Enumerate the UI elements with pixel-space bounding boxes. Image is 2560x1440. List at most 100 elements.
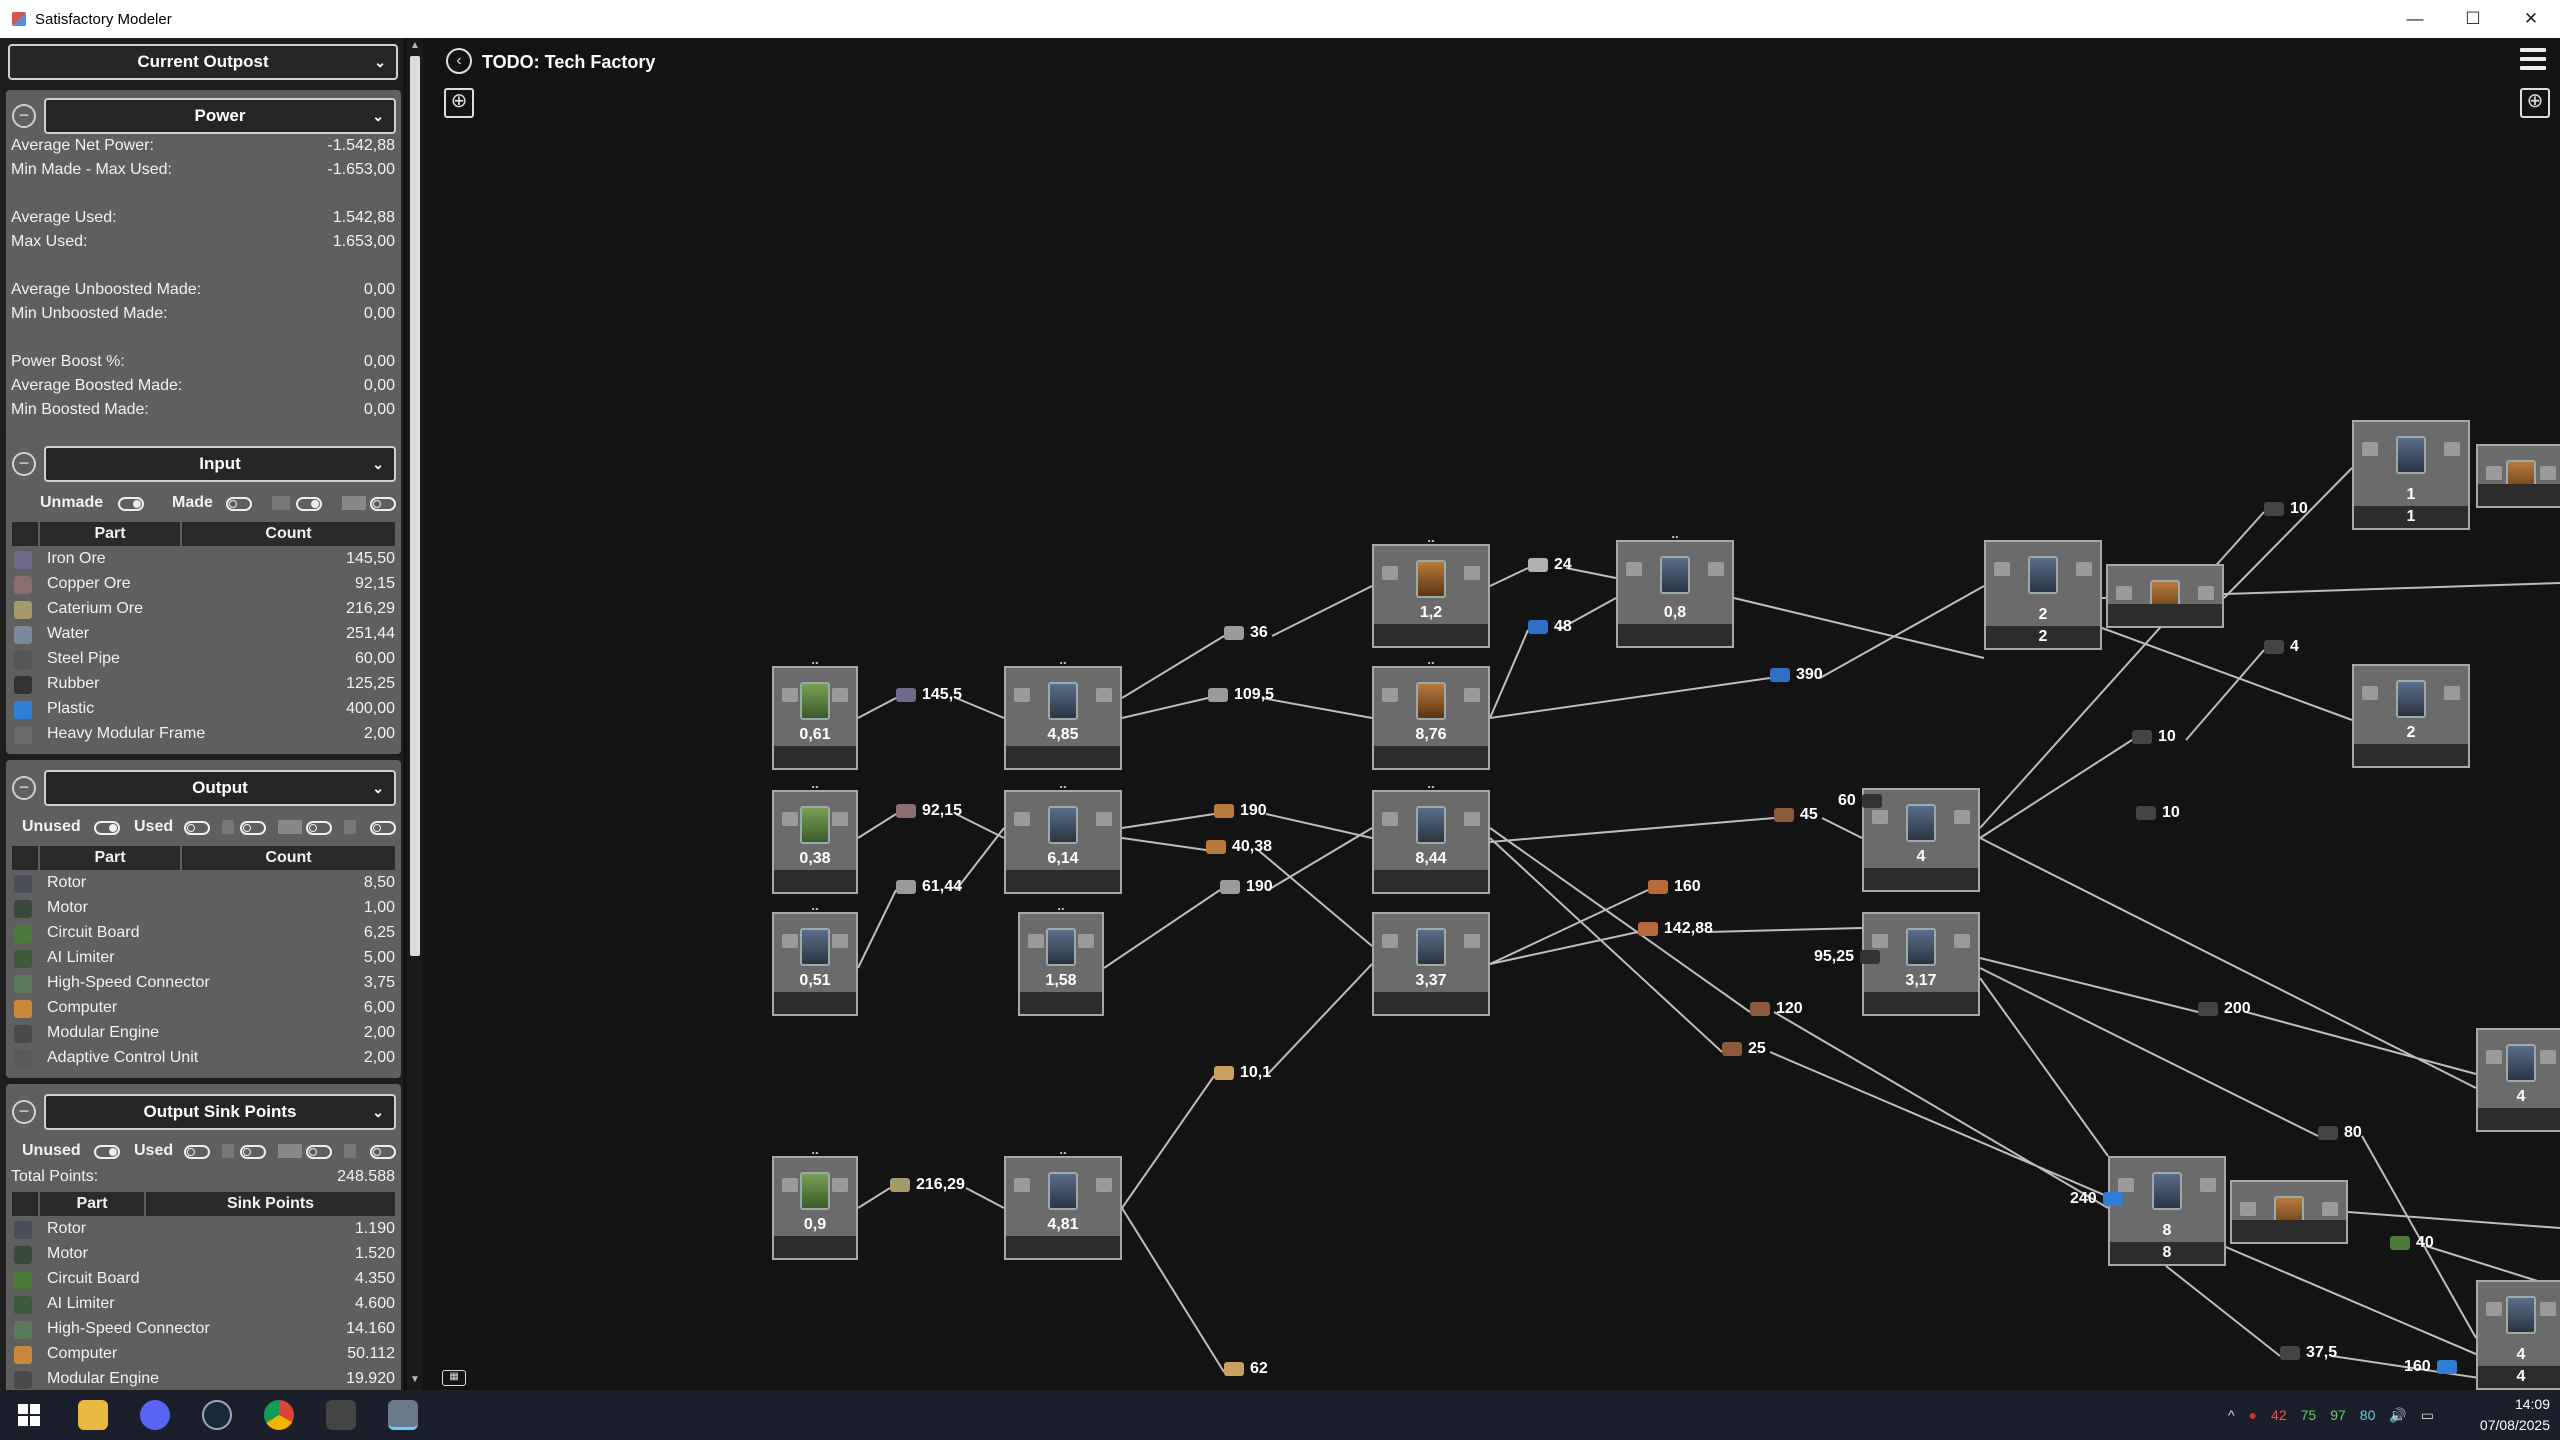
recipe-node[interactable]: .. 6,14: [1004, 776, 1122, 894]
table-row[interactable]: Rotor 8,50: [12, 872, 395, 897]
table-row[interactable]: Caterium Ore 216,29: [12, 598, 395, 623]
recipe-node[interactable]: .. 0,38: [772, 776, 858, 894]
flow-label[interactable]: 120: [1750, 1000, 1803, 1024]
table-row[interactable]: Modular Engine 19.920: [12, 1368, 395, 1390]
flow-label[interactable]: 10: [2136, 804, 2180, 828]
flow-label[interactable]: 80: [2318, 1124, 2362, 1148]
recipe-node[interactable]: [2476, 444, 2560, 508]
flow-label[interactable]: 36: [1224, 624, 1268, 648]
output-dropdown[interactable]: Output ⌄: [44, 770, 396, 806]
maximize-button[interactable]: ☐: [2444, 0, 2502, 38]
discord-icon[interactable]: [140, 1400, 170, 1430]
minimize-button[interactable]: —: [2386, 0, 2444, 38]
recipe-node[interactable]: .. 1,58: [1018, 898, 1104, 1016]
node-dots[interactable]: ..: [774, 898, 856, 913]
sink-dropdown[interactable]: Output Sink Points ⌄: [44, 1094, 396, 1130]
factory-canvas[interactable]: ‹ TODO: Tech Factory ⊕ ⊕ ▦ .. 0,61.. 4,85.…: [426, 38, 2560, 1390]
table-row[interactable]: Circuit Board 6,25: [12, 922, 395, 947]
node-dots[interactable]: ..: [1006, 776, 1120, 791]
unmade-toggle[interactable]: [118, 497, 144, 511]
scroll-up-icon[interactable]: ▲: [409, 40, 421, 54]
power-dropdown[interactable]: Power ⌄: [44, 98, 396, 134]
recipe-node[interactable]: 3,37: [1372, 912, 1490, 1016]
recipe-node[interactable]: .. 4,85: [1004, 652, 1122, 770]
recipe-node[interactable]: .. 4,81: [1004, 1142, 1122, 1260]
extractor-toggle[interactable]: [240, 1145, 266, 1159]
recipe-node[interactable]: 11: [2352, 420, 2470, 530]
flow-label[interactable]: 240: [2070, 1190, 2129, 1214]
volume-icon[interactable]: 🔊: [2389, 1407, 2406, 1424]
steam-icon[interactable]: [202, 1400, 232, 1430]
input-dropdown[interactable]: Input ⌄: [44, 446, 396, 482]
flow-label[interactable]: 390: [1770, 666, 1823, 690]
recipe-node[interactable]: .. 0,9: [772, 1142, 858, 1260]
node-dots[interactable]: ..: [774, 1142, 856, 1157]
output-col-count[interactable]: Count: [182, 846, 395, 870]
flow-label[interactable]: 10: [2264, 500, 2308, 524]
node-dots[interactable]: ..: [1374, 776, 1488, 791]
collapse-sink-button[interactable]: −: [12, 1100, 36, 1124]
unused-toggle[interactable]: [94, 821, 120, 835]
outpost-dropdown[interactable]: Current Outpost ⌄: [8, 44, 398, 80]
clock[interactable]: 14:09 07/08/2025: [2480, 1394, 2550, 1436]
flow-label[interactable]: 145,5: [896, 686, 962, 710]
add-node-button[interactable]: ⊕: [444, 88, 474, 118]
node-dots[interactable]: ..: [774, 776, 856, 791]
table-row[interactable]: AI Limiter 5,00: [12, 947, 395, 972]
app-s-icon[interactable]: [326, 1400, 356, 1430]
table-row[interactable]: Heavy Modular Frame 2,00: [12, 723, 395, 748]
flow-label[interactable]: 40,38: [1206, 838, 1272, 862]
conveyor-toggle[interactable]: [370, 497, 396, 511]
used-toggle[interactable]: [184, 1145, 210, 1159]
recipe-node[interactable]: 22: [1984, 540, 2102, 650]
flow-label[interactable]: 160: [1648, 878, 1701, 902]
flow-label[interactable]: 60: [1838, 792, 1888, 816]
output-col-part[interactable]: Part: [40, 846, 180, 870]
file-explorer-icon[interactable]: [78, 1400, 108, 1430]
recipe-node[interactable]: [2106, 564, 2224, 628]
scroll-down-icon[interactable]: ▼: [409, 1374, 421, 1388]
extractor-toggle[interactable]: [296, 497, 322, 511]
network-icon[interactable]: ▭: [2421, 1407, 2434, 1424]
flow-label[interactable]: 216,29: [890, 1176, 965, 1200]
recipe-node[interactable]: .. 1,2: [1372, 530, 1490, 648]
recipe-node[interactable]: .. 8,44: [1372, 776, 1490, 894]
node-dots[interactable]: ..: [1618, 526, 1732, 541]
collapse-input-button[interactable]: −: [12, 452, 36, 476]
scrollbar-thumb[interactable]: [410, 56, 420, 956]
recipe-node[interactable]: 44: [2476, 1280, 2560, 1390]
table-row[interactable]: Motor 1.520: [12, 1243, 395, 1268]
node-dots[interactable]: ..: [1374, 652, 1488, 667]
unused-toggle[interactable]: [94, 1145, 120, 1159]
recipe-node[interactable]: .. 0,61: [772, 652, 858, 770]
flow-label[interactable]: 48: [1528, 618, 1572, 642]
table-row[interactable]: Modular Engine 2,00: [12, 1022, 395, 1047]
flow-label[interactable]: 61,44: [896, 878, 962, 902]
flow-label[interactable]: 10,1: [1214, 1064, 1271, 1088]
add-right-button[interactable]: ⊕: [2520, 88, 2550, 118]
made-toggle[interactable]: [226, 497, 252, 511]
node-dots[interactable]: ..: [1020, 898, 1102, 913]
table-row[interactable]: AI Limiter 4.600: [12, 1293, 395, 1318]
node-dots[interactable]: ..: [1006, 1142, 1120, 1157]
flow-label[interactable]: 24: [1528, 556, 1572, 580]
conveyor-toggle[interactable]: [306, 1145, 332, 1159]
flow-label[interactable]: 10: [2132, 728, 2176, 752]
table-row[interactable]: Motor 1,00: [12, 897, 395, 922]
recipe-node[interactable]: .. 0,51: [772, 898, 858, 1016]
sink-col-points[interactable]: Sink Points: [146, 1192, 395, 1216]
flow-label[interactable]: 190: [1214, 802, 1267, 826]
recipe-node[interactable]: .. 0,8: [1616, 526, 1734, 648]
sidebar-scrollbar[interactable]: ▲ ▼: [407, 38, 423, 1390]
sink-col-part[interactable]: Part: [40, 1192, 144, 1216]
pipe-toggle[interactable]: [370, 821, 396, 835]
table-row[interactable]: Plastic 400,00: [12, 698, 395, 723]
flow-label[interactable]: 200: [2198, 1000, 2251, 1024]
menu-icon[interactable]: [2520, 48, 2546, 72]
node-dots[interactable]: ..: [1006, 652, 1120, 667]
extractor-toggle[interactable]: [240, 821, 266, 835]
table-row[interactable]: Steel Pipe 60,00: [12, 648, 395, 673]
input-col-part[interactable]: Part: [40, 522, 180, 546]
flow-label[interactable]: 160: [2404, 1358, 2463, 1382]
flow-label[interactable]: 37,5: [2280, 1344, 2337, 1368]
